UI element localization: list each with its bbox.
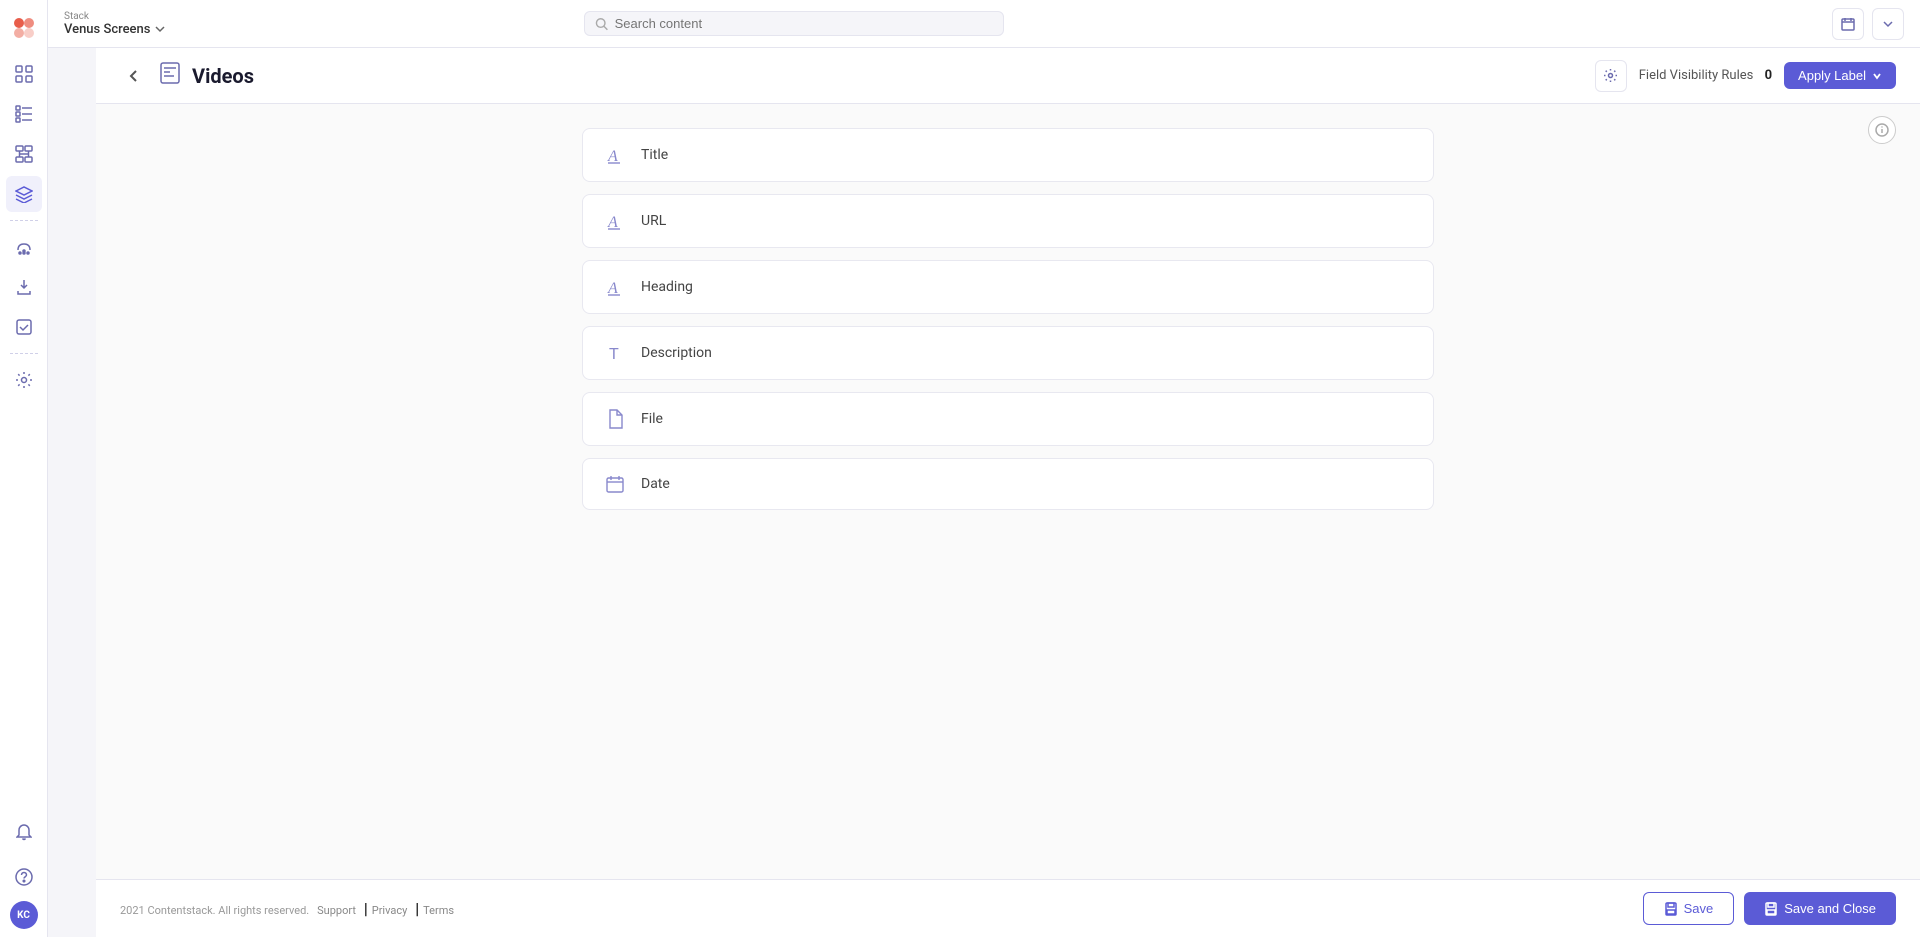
save-label: Save bbox=[1684, 901, 1714, 916]
save-close-icon bbox=[1764, 902, 1778, 916]
footer-links: Support | Privacy | Terms bbox=[313, 899, 454, 918]
back-arrow-icon bbox=[127, 69, 141, 83]
search-input[interactable] bbox=[615, 16, 994, 31]
field-file-label: File bbox=[641, 411, 663, 427]
sidebar-item-settings[interactable] bbox=[6, 362, 42, 398]
chevron-down-small-icon bbox=[1883, 19, 1893, 29]
save-button[interactable]: Save bbox=[1643, 892, 1735, 925]
stack-label: Stack bbox=[64, 11, 166, 22]
field-item-heading[interactable]: A Heading bbox=[582, 260, 1434, 314]
terms-link[interactable]: Terms bbox=[423, 904, 454, 917]
field-item-title[interactable]: A Title bbox=[582, 128, 1434, 182]
page-title: Videos bbox=[192, 64, 254, 88]
field-type-paragraph-icon: T bbox=[603, 343, 627, 363]
field-visibility-label: Field Visibility Rules bbox=[1639, 68, 1754, 83]
settings-button[interactable] bbox=[1595, 60, 1627, 92]
sidebar-item-entries[interactable] bbox=[6, 96, 42, 132]
field-type-file-icon bbox=[603, 409, 627, 429]
save-and-close-button[interactable]: Save and Close bbox=[1744, 892, 1896, 925]
stack-info: Stack Venus Screens bbox=[64, 11, 166, 37]
main-wrapper: Videos Field Visibility Rules 0 Apply La… bbox=[96, 48, 1920, 937]
sidebar-item-releases[interactable] bbox=[6, 269, 42, 305]
header-right: Field Visibility Rules 0 Apply Label bbox=[1595, 60, 1896, 92]
field-type-date-icon bbox=[603, 475, 627, 493]
privacy-link[interactable]: Privacy bbox=[372, 904, 408, 917]
sidebar-item-dashboard[interactable] bbox=[6, 56, 42, 92]
stack-name: Venus Screens bbox=[64, 22, 166, 37]
sidebar-item-help[interactable] bbox=[6, 859, 42, 895]
content-header: Videos Field Visibility Rules 0 Apply La… bbox=[96, 48, 1920, 104]
field-visibility-rules: Field Visibility Rules 0 bbox=[1639, 68, 1772, 83]
save-close-label: Save and Close bbox=[1784, 901, 1876, 916]
sidebar-item-tasks[interactable] bbox=[6, 309, 42, 345]
apply-label-button[interactable]: Apply Label bbox=[1784, 62, 1896, 89]
sidebar-divider-2 bbox=[10, 353, 38, 354]
content-body: A Title A URL bbox=[96, 104, 1920, 879]
apply-label-text: Apply Label bbox=[1798, 68, 1866, 83]
sidebar-item-signals[interactable] bbox=[6, 229, 42, 265]
search-bar[interactable] bbox=[584, 11, 1004, 36]
field-title-label: Title bbox=[641, 147, 668, 163]
back-button[interactable] bbox=[120, 62, 148, 90]
field-heading-label: Heading bbox=[641, 279, 693, 295]
sidebar-item-notifications[interactable] bbox=[6, 815, 42, 851]
sidebar-divider-1 bbox=[10, 220, 38, 221]
user-avatar[interactable]: KC bbox=[10, 901, 38, 929]
topbar-right bbox=[1832, 8, 1904, 40]
sidebar-item-stack[interactable] bbox=[6, 176, 42, 212]
field-item-date[interactable]: Date bbox=[582, 458, 1434, 510]
dropdown-icon-btn[interactable] bbox=[1872, 8, 1904, 40]
fields-list: A Title A URL bbox=[558, 128, 1458, 510]
apply-label-chevron-icon bbox=[1872, 71, 1882, 81]
workspace-name-text: Venus Screens bbox=[64, 22, 150, 37]
topbar: Stack Venus Screens bbox=[48, 0, 1920, 48]
sidebar-item-content-types[interactable] bbox=[6, 136, 42, 172]
field-type-url-icon: A bbox=[603, 211, 627, 231]
field-description-label: Description bbox=[641, 345, 712, 361]
footer: 2021 Contentstack. All rights reserved. … bbox=[96, 879, 1920, 937]
save-icon bbox=[1664, 902, 1678, 916]
footer-buttons: Save Save and Close bbox=[1643, 892, 1896, 925]
support-link[interactable]: Support bbox=[317, 904, 356, 917]
field-type-text-icon: A bbox=[603, 145, 627, 165]
field-url-label: URL bbox=[641, 213, 666, 229]
svg-text:T: T bbox=[609, 346, 619, 363]
search-icon bbox=[595, 17, 608, 31]
field-date-label: Date bbox=[641, 476, 670, 492]
field-item-description[interactable]: T Description bbox=[582, 326, 1434, 380]
field-item-file[interactable]: File bbox=[582, 392, 1434, 446]
info-button[interactable] bbox=[1868, 116, 1896, 144]
logo-icon[interactable] bbox=[6, 10, 42, 46]
sidebar-bottom: KC bbox=[6, 813, 42, 929]
field-visibility-count: 0 bbox=[1765, 68, 1772, 83]
field-type-heading-icon: A bbox=[603, 277, 627, 297]
chevron-down-icon[interactable] bbox=[154, 23, 166, 35]
footer-copyright: 2021 Contentstack. All rights reserved. … bbox=[120, 899, 454, 918]
sidebar: KC bbox=[0, 0, 48, 937]
field-item-url[interactable]: A URL bbox=[582, 194, 1434, 248]
content-type-icon bbox=[160, 62, 180, 89]
info-icon bbox=[1875, 123, 1889, 137]
calendar-icon-btn[interactable] bbox=[1832, 8, 1864, 40]
gear-icon bbox=[1603, 68, 1618, 83]
copyright-text: 2021 Contentstack. All rights reserved. bbox=[120, 904, 309, 917]
